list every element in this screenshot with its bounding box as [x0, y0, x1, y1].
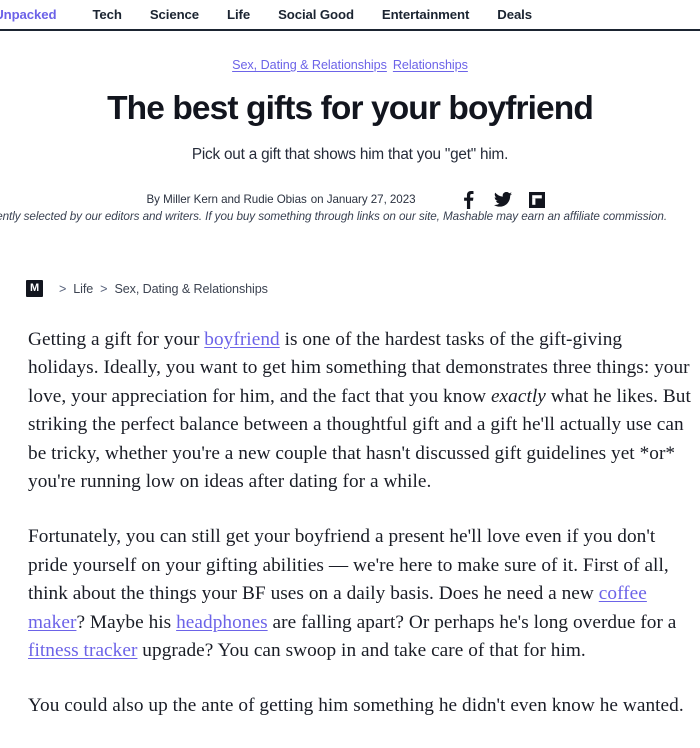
inline-link-headphones[interactable]: headphones	[176, 612, 268, 633]
article-subtitle: Pick out a gift that shows him that you …	[191, 145, 509, 163]
paragraph-2-text-a: Fortunately, you can still get your boyf…	[28, 526, 669, 605]
page-title: The best gifts for your boyfriend	[107, 90, 594, 127]
nav-items-container: Samsung Unpacked Tech Science Life Socia…	[0, 0, 560, 29]
article-body: Getting a gift for your boyfriend is one…	[28, 326, 696, 748]
affiliate-disclaimer-container: All products featured here are independe…	[0, 206, 700, 232]
top-navigation-bar: Samsung Unpacked Tech Science Life Socia…	[0, 0, 700, 31]
article-header: Sex, Dating & Relationships Relationships…	[0, 31, 700, 209]
nav-item-science[interactable]: Science	[150, 0, 199, 29]
paragraph-1: Getting a gift for your boyfriend is one…	[28, 326, 696, 496]
category-link-sex-dating-relationships[interactable]: Sex, Dating & Relationships	[232, 58, 387, 72]
nav-item-samsung-unpacked[interactable]: Samsung Unpacked	[0, 0, 57, 29]
paragraph-2: Fortunately, you can still get your boyf…	[28, 523, 696, 665]
byline: By Miller Kern and Rudie Obias on January…	[146, 193, 415, 206]
breadcrumb-item-sex-dating-relationships[interactable]: Sex, Dating & Relationships	[114, 282, 268, 296]
paragraph-2-text-b: ? Maybe his	[76, 611, 177, 633]
nav-item-life[interactable]: Life	[227, 0, 250, 29]
inline-link-fitness-tracker[interactable]: fitness tracker	[28, 640, 137, 661]
paragraph-1-text-a: Getting a gift for your	[28, 329, 205, 350]
breadcrumb-separator-2: >	[100, 281, 108, 296]
paragraph-1-emphasis: exactly	[490, 385, 546, 407]
paragraph-3: You could also up the ante of getting hi…	[28, 695, 684, 717]
paragraph-2-text-d: upgrade? You can swoop in and take care …	[137, 640, 586, 662]
nav-item-social-good[interactable]: Social Good	[278, 0, 354, 29]
breadcrumb-separator-1: >	[59, 281, 67, 296]
nav-item-entertainment[interactable]: Entertainment	[382, 0, 469, 29]
affiliate-disclaimer: All products featured here are independe…	[0, 210, 668, 223]
paragraph-2-text-c: are falling apart? Or perhaps he's long …	[267, 611, 677, 633]
byline-date: on January 27, 2023	[310, 193, 416, 207]
breadcrumb: M > Life > Sex, Dating & Relationships	[26, 280, 268, 297]
nav-item-tech[interactable]: Tech	[92, 0, 122, 29]
breadcrumb-item-life[interactable]: Life	[73, 282, 93, 296]
category-links: Sex, Dating & Relationships Relationships	[0, 58, 700, 72]
category-link-relationships[interactable]: Relationships	[393, 58, 468, 72]
inline-link-boyfriend[interactable]: boyfriend	[204, 329, 279, 350]
nav-item-deals[interactable]: Deals	[497, 0, 532, 29]
byline-authors[interactable]: By Miller Kern and Rudie Obias	[146, 193, 306, 206]
mashable-logo-icon[interactable]: M	[26, 280, 43, 297]
